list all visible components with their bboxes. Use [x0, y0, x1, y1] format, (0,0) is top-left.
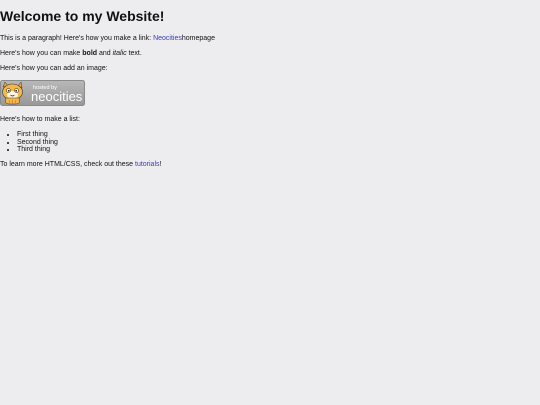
hosted-by-neocities-badge[interactable]: hosted by neocities [0, 80, 85, 106]
example-list: First thing Second thing Third thing [0, 131, 540, 154]
bold-text: bold [82, 50, 98, 57]
neocities-link[interactable]: Neocities [153, 35, 182, 42]
badge-neocities-text: neocities [31, 89, 83, 104]
tutorials-suffix: ! [159, 160, 162, 168]
image-paragraph: Here's how you can add an image: [0, 65, 108, 72]
tutorials-paragraph: To learn more HTML/CSS, check out these … [0, 161, 540, 169]
list-item: Third thing [17, 146, 540, 154]
list-item: Second thing [17, 139, 540, 147]
formatting-text-middle: and [97, 50, 113, 57]
neocities-cat-icon [2, 81, 23, 105]
list-item: First thing [17, 131, 540, 139]
italic-text: italic [112, 50, 127, 57]
page: Welcome to my Website! This is a paragra… [0, 0, 540, 405]
tutorials-text: To learn more HTML/CSS, check out these [0, 160, 135, 168]
link-paragraph-suffix: homepage [181, 35, 215, 42]
page-title: Welcome to my Website! [0, 8, 165, 24]
tutorials-link[interactable]: tutorials [135, 161, 160, 168]
link-paragraph: This is a paragraph! Here's how you make… [0, 35, 540, 43]
formatting-text-end: text. [126, 50, 142, 57]
link-paragraph-text: This is a paragraph! Here's how you make… [0, 35, 154, 42]
formatting-text-start: Here's how you can make [0, 50, 83, 57]
formatting-paragraph: Here's how you can make bold and italic … [0, 50, 540, 58]
list-paragraph: Here's how to make a list: [0, 116, 80, 123]
